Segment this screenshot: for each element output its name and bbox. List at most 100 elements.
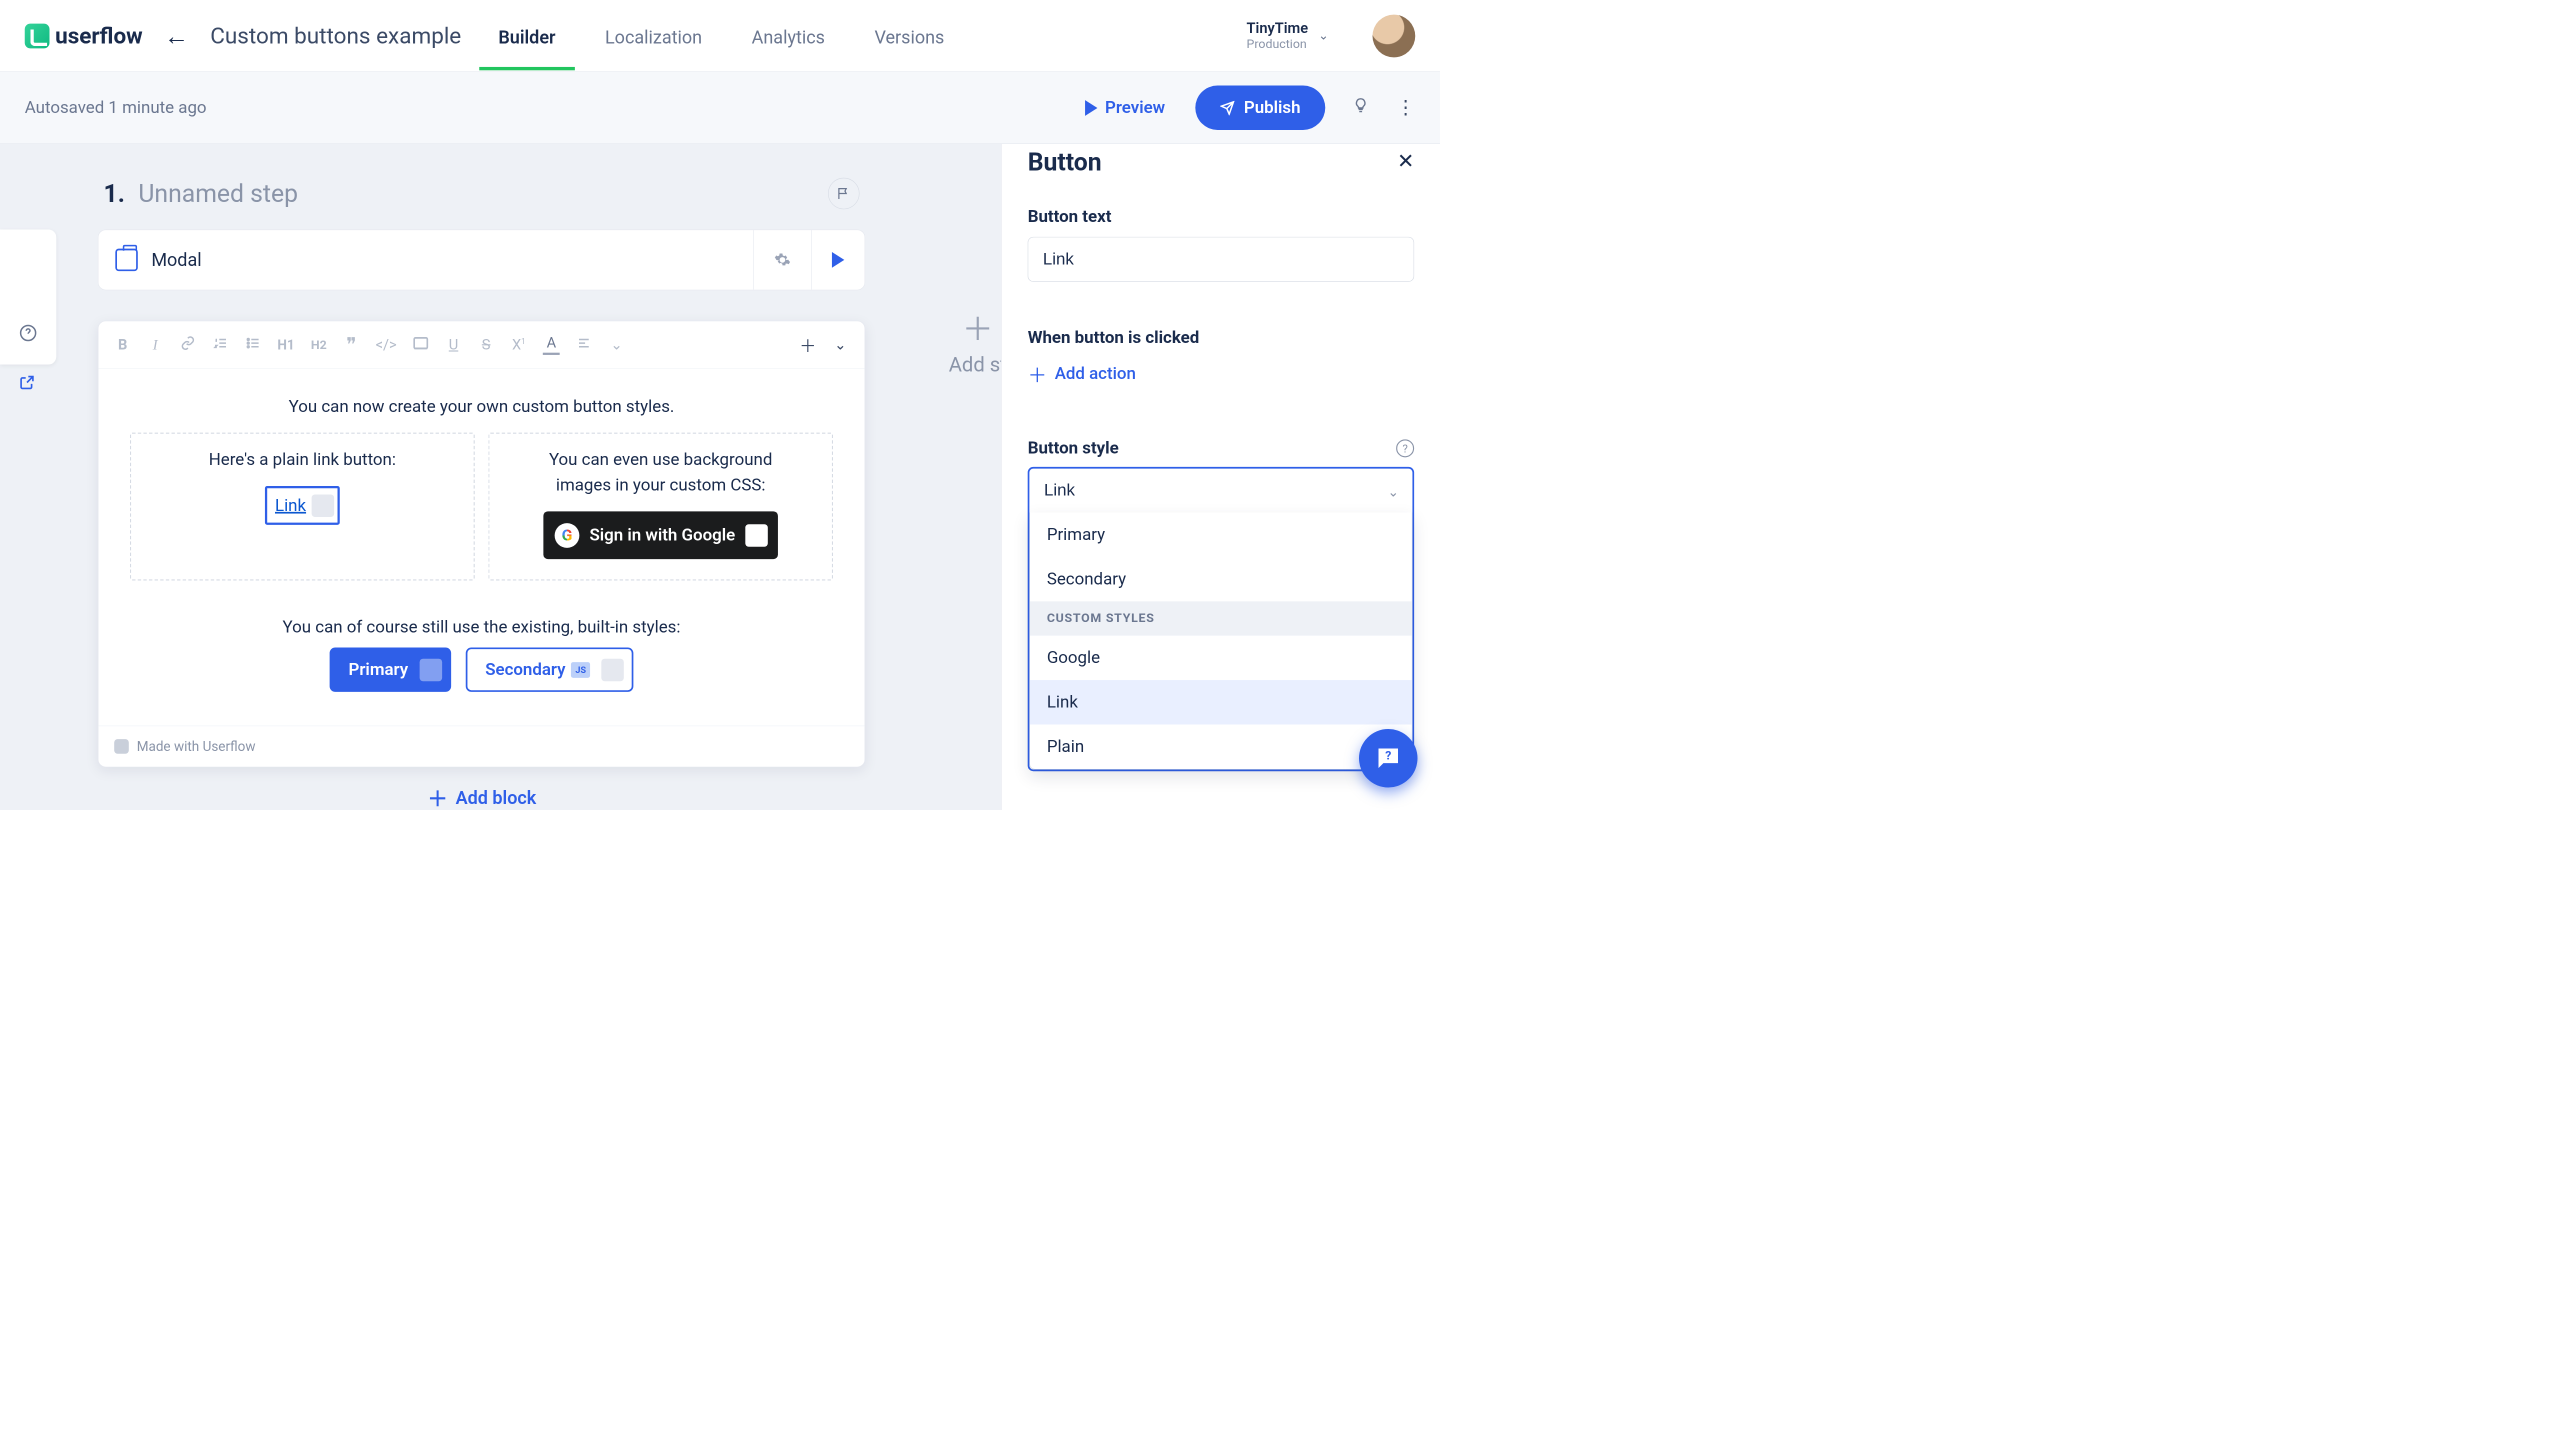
top-nav: userflow ← Custom buttons example Builde… xyxy=(0,0,1440,72)
workspace-switcher[interactable]: TinyTime Production ⌄ xyxy=(1247,20,1329,51)
style-option-link[interactable]: Link xyxy=(1030,680,1412,724)
js-badge: JS xyxy=(571,662,590,678)
bold-icon[interactable]: B xyxy=(114,336,131,353)
autosave-status: Autosaved 1 minute ago xyxy=(25,98,207,118)
button-text-label: Button text xyxy=(1028,207,1414,227)
primary-button-example[interactable]: Primary xyxy=(329,647,450,691)
style-option-secondary[interactable]: Secondary xyxy=(1030,557,1412,601)
back-arrow-icon[interactable]: ← xyxy=(164,21,189,50)
plus-icon: ＋ xyxy=(1028,360,1047,388)
editor-body[interactable]: You can now create your own custom butto… xyxy=(98,369,864,726)
add-block-button[interactable]: ＋ Add block xyxy=(428,783,537,810)
plus-icon: ＋ xyxy=(949,304,1002,350)
underline-icon[interactable]: U xyxy=(445,336,462,353)
preview-button[interactable]: Preview xyxy=(1085,98,1165,118)
secondary-button-example[interactable]: Secondary JS xyxy=(466,647,634,691)
quote-icon[interactable]: ❞ xyxy=(343,334,360,357)
style-option-primary[interactable]: Primary xyxy=(1030,512,1412,556)
italic-icon[interactable]: I xyxy=(147,336,164,353)
google-icon xyxy=(555,523,580,548)
logo-text: userflow xyxy=(55,23,143,49)
block-preview-button[interactable] xyxy=(812,252,865,268)
editor-column-2[interactable]: You can even use background images in yo… xyxy=(488,433,833,581)
unordered-list-icon[interactable] xyxy=(245,336,262,355)
button-style-dropdown: Primary Secondary CUSTOM STYLES Google L… xyxy=(1029,512,1412,769)
properties-panel: Button ✕ Button text When button is clic… xyxy=(1001,144,1440,810)
svg-text:?: ? xyxy=(1385,748,1391,762)
editor-text: You can now create your own custom butto… xyxy=(130,394,833,419)
image-icon[interactable] xyxy=(412,336,429,353)
avatar[interactable] xyxy=(1373,14,1416,57)
userflow-mini-icon xyxy=(114,739,129,754)
style-custom-header: CUSTOM STYLES xyxy=(1030,601,1412,635)
step-card: 1. Unnamed step Modal xyxy=(98,168,865,768)
help-icon[interactable]: ? xyxy=(1396,439,1414,457)
google-button-example[interactable]: Sign in with Google xyxy=(543,511,778,559)
close-panel-icon[interactable]: ✕ xyxy=(1397,150,1414,174)
link-icon[interactable] xyxy=(179,336,196,355)
sub-bar: Autosaved 1 minute ago Preview Publish ⋮ xyxy=(0,72,1440,144)
publish-button[interactable]: Publish xyxy=(1196,86,1326,130)
external-link-icon[interactable] xyxy=(19,375,35,395)
button-style-label: Button style xyxy=(1028,438,1119,458)
block-type-label[interactable]: Modal xyxy=(151,249,201,270)
style-option-google[interactable]: Google xyxy=(1030,636,1412,680)
modal-icon xyxy=(115,249,138,272)
button-text-input[interactable] xyxy=(1028,237,1414,282)
superscript-icon[interactable]: X1 xyxy=(510,336,527,353)
editor-text: You can of course still use the existing… xyxy=(130,614,833,639)
toolbar-more-icon[interactable]: ⌄ xyxy=(608,336,625,353)
handle-icon[interactable] xyxy=(312,494,335,517)
editor-text: Here's a plain link button: xyxy=(147,447,458,472)
made-with-badge[interactable]: Made with Userflow xyxy=(98,726,864,767)
send-icon xyxy=(1220,100,1235,115)
style-option-plain[interactable]: Plain xyxy=(1030,725,1412,769)
workspace-env: Production xyxy=(1247,37,1309,51)
step-number: 1. xyxy=(104,179,125,208)
add-action-button[interactable]: ＋ Add action xyxy=(1028,360,1414,388)
editor-toolbar: B I H1 H2 ❞ </> U S X1 A ⌄ xyxy=(98,321,864,369)
step-name[interactable]: Unnamed step xyxy=(138,179,298,208)
play-icon xyxy=(1085,100,1097,116)
insert-plus-icon[interactable]: ＋ xyxy=(799,332,816,357)
canvas: 1. Unnamed step Modal xyxy=(0,144,1001,810)
button-style-select[interactable]: ⌄ Primary Secondary CUSTOM STYLES Google… xyxy=(1028,467,1414,771)
chat-icon: ? xyxy=(1374,744,1403,773)
when-clicked-label: When button is clicked xyxy=(1028,328,1414,348)
chevron-down-icon: ⌄ xyxy=(1318,29,1328,43)
handle-icon[interactable] xyxy=(745,524,768,547)
page-title: Custom buttons example xyxy=(210,23,461,49)
add-step-button[interactable]: ＋ Add st xyxy=(949,304,1002,377)
strike-icon[interactable]: S xyxy=(478,336,495,353)
lightbulb-icon[interactable] xyxy=(1352,96,1369,120)
main-tabs: Builder Localization Analytics Versions xyxy=(496,1,946,70)
code-icon[interactable]: </> xyxy=(376,336,397,353)
chat-fab[interactable]: ? xyxy=(1359,729,1418,788)
align-icon[interactable] xyxy=(576,336,593,353)
ordered-list-icon[interactable] xyxy=(212,336,229,355)
help-icon[interactable] xyxy=(19,324,37,347)
goal-flag-icon[interactable] xyxy=(828,178,860,210)
text-color-icon[interactable]: A xyxy=(543,335,560,355)
logo[interactable]: userflow xyxy=(25,23,143,49)
workspace-name: TinyTime xyxy=(1247,20,1309,37)
plus-icon: ＋ xyxy=(428,783,448,810)
insert-caret-icon[interactable]: ⌄ xyxy=(832,336,849,353)
block-settings-button[interactable] xyxy=(753,230,812,290)
block-type-row: Modal xyxy=(98,230,865,291)
h2-icon[interactable]: H2 xyxy=(310,338,327,352)
tab-builder[interactable]: Builder xyxy=(496,1,558,70)
tab-localization[interactable]: Localization xyxy=(603,1,705,70)
link-button-example[interactable]: Link xyxy=(265,486,340,525)
button-style-input[interactable] xyxy=(1029,469,1412,513)
tab-versions[interactable]: Versions xyxy=(872,1,946,70)
editor-text: You can even use background xyxy=(505,447,816,472)
more-menu-icon[interactable]: ⋮ xyxy=(1396,96,1415,119)
play-icon xyxy=(832,252,844,268)
h1-icon[interactable]: H1 xyxy=(277,337,294,353)
editor-column-1[interactable]: Here's a plain link button: Link xyxy=(130,433,475,581)
handle-icon[interactable] xyxy=(419,658,442,681)
tab-analytics[interactable]: Analytics xyxy=(749,1,827,70)
handle-icon[interactable] xyxy=(602,658,625,681)
logo-icon xyxy=(25,23,50,48)
